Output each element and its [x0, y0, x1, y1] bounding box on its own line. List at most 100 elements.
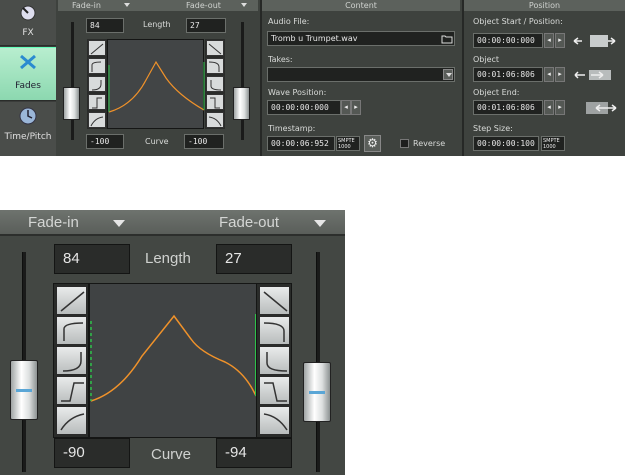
fade-out-curve-presets: [205, 39, 225, 129]
sidebar-item-fades[interactable]: Fades: [0, 47, 56, 101]
fades-panel: FX Fades Time/Pitch Fade-in Fade-out Con…: [0, 0, 625, 156]
sidebar-label-time-pitch: Time/Pitch: [4, 132, 52, 142]
curve-preset-s[interactable]: [206, 94, 224, 110]
curve-preset-fast[interactable]: [56, 316, 87, 345]
fade-in-curve-presets: [53, 283, 89, 438]
timestamp-field[interactable]: 00:00:06:952: [267, 136, 335, 151]
fade-out-length-field[interactable]: 27: [186, 18, 226, 33]
curve-preset-fast[interactable]: [206, 58, 224, 74]
fade-out-header[interactable]: Fade-out: [186, 0, 221, 11]
sidebar-item-time-pitch[interactable]: Time/Pitch: [0, 102, 56, 156]
wave-position-decrement[interactable]: ◂: [341, 100, 351, 115]
fade-out-slider-thumb[interactable]: [233, 87, 250, 120]
fade-out-length-field[interactable]: 27: [216, 244, 292, 274]
curve-preset-fast[interactable]: [88, 58, 106, 74]
curve-preset-smooth[interactable]: [259, 406, 290, 435]
step-size-field[interactable]: 00:00:00:100: [473, 136, 539, 151]
slider-indicator: [16, 389, 32, 392]
object-start-decrement[interactable]: ◂: [544, 33, 554, 48]
curve-preset-smooth[interactable]: [88, 112, 106, 128]
object-end-field[interactable]: 00:01:06:806: [473, 100, 543, 115]
fade-out-slider-track[interactable]: [241, 22, 244, 140]
fade-out-dropdown-icon[interactable]: [314, 220, 326, 227]
fade-in-length-field[interactable]: 84: [86, 18, 124, 33]
fx-knob-icon: [20, 5, 36, 21]
step-size-unit[interactable]: SMPTE 1000: [541, 136, 565, 151]
fade-out-curve-field[interactable]: -94: [216, 438, 292, 468]
audio-file-label: Audio File:: [268, 17, 310, 26]
folder-icon[interactable]: [441, 34, 453, 44]
curve-preset-linear[interactable]: [56, 286, 87, 315]
fade-in-length-field[interactable]: 84: [54, 244, 130, 274]
timestamp-label: Timestamp:: [268, 124, 316, 133]
object-end-decrement[interactable]: ◂: [544, 100, 554, 115]
curve-preset-s[interactable]: [88, 94, 106, 110]
reverse-label: Reverse: [413, 139, 446, 148]
fade-in-slider-track[interactable]: [71, 22, 74, 140]
wave-position-field[interactable]: 00:00:00:000: [267, 100, 341, 115]
object-field[interactable]: 00:01:06:806: [473, 67, 543, 82]
curve-preset-smooth[interactable]: [56, 406, 87, 435]
object-end-label: Object End:: [473, 88, 520, 97]
mini-fade-curve: [108, 60, 205, 113]
object-start-label: Object Start / Position:: [473, 17, 563, 26]
fade-in-slider-thumb[interactable]: [10, 360, 38, 420]
object-decrement[interactable]: ◂: [544, 67, 554, 82]
fade-out-header[interactable]: Fade-out: [219, 214, 279, 231]
object-offset-icon: [574, 70, 611, 80]
fade-out-curve-field[interactable]: -100: [184, 134, 224, 149]
reverse-checkbox[interactable]: [400, 139, 409, 148]
takes-select[interactable]: [267, 67, 455, 82]
slider-indicator: [309, 391, 325, 394]
position-header: Position: [464, 0, 625, 11]
fade-out-dropdown-icon[interactable]: [241, 3, 247, 7]
fade-in-slider-thumb[interactable]: [63, 87, 80, 120]
chevron-down-icon: [446, 73, 452, 77]
timestamp-unit[interactable]: SMPTE 1000: [336, 136, 360, 151]
audio-file-field[interactable]: Tromb u Trumpet.wav: [267, 31, 455, 46]
fade-out-curve-presets: [256, 283, 292, 438]
curve-preset-smooth[interactable]: [206, 112, 224, 128]
fade-in-curve-presets: [87, 39, 107, 129]
fade-in-dropdown-icon[interactable]: [113, 220, 125, 227]
object-label: Object: [473, 55, 500, 64]
content-header: Content: [262, 0, 460, 11]
object-end-icon: [586, 102, 617, 114]
object-start-field[interactable]: 00:00:00:000: [473, 33, 543, 48]
length-label: Length: [143, 20, 171, 29]
object-end-increment[interactable]: ▸: [555, 100, 565, 115]
curve-preset-slow[interactable]: [88, 76, 106, 92]
curve-preset-slow[interactable]: [206, 76, 224, 92]
fade-curve: [90, 314, 257, 402]
takes-label: Takes:: [268, 55, 293, 64]
curve-preset-linear[interactable]: [206, 40, 224, 56]
curve-preset-linear[interactable]: [259, 286, 290, 315]
mini-fade-graph[interactable]: [107, 39, 205, 129]
fades-x-icon: [20, 54, 36, 70]
fade-in-header[interactable]: Fade-in: [28, 214, 79, 231]
takes-dropdown-button[interactable]: [443, 69, 453, 80]
fade-in-dropdown-icon[interactable]: [124, 3, 130, 7]
object-start-increment[interactable]: ▸: [555, 33, 565, 48]
clock-icon: [19, 107, 37, 125]
curve-preset-linear[interactable]: [88, 40, 106, 56]
object-increment[interactable]: ▸: [555, 67, 565, 82]
fade-curve-graph[interactable]: [89, 283, 257, 438]
sidebar: FX Fades Time/Pitch: [0, 0, 56, 156]
fade-editor-zoom: Fade-in Fade-out 84 Length 27 -90 Curve: [0, 210, 345, 475]
curve-preset-fast[interactable]: [259, 316, 290, 345]
fade-in-curve-field[interactable]: -100: [86, 134, 124, 149]
sidebar-item-fx[interactable]: FX: [0, 0, 56, 46]
curve-preset-s[interactable]: [56, 376, 87, 405]
curve-preset-slow[interactable]: [259, 346, 290, 375]
fade-editor-header: Fade-in Fade-out: [0, 210, 345, 236]
curve-preset-slow[interactable]: [56, 346, 87, 375]
curve-preset-s[interactable]: [259, 376, 290, 405]
divider: [260, 0, 262, 156]
fade-in-curve-field[interactable]: -90: [54, 438, 130, 468]
fade-out-slider-thumb[interactable]: [303, 362, 331, 422]
fade-in-header[interactable]: Fade-in: [72, 0, 101, 11]
settings-gear-icon[interactable]: ⚙: [364, 135, 381, 152]
wave-position-increment[interactable]: ▸: [351, 100, 361, 115]
length-label: Length: [145, 250, 191, 267]
